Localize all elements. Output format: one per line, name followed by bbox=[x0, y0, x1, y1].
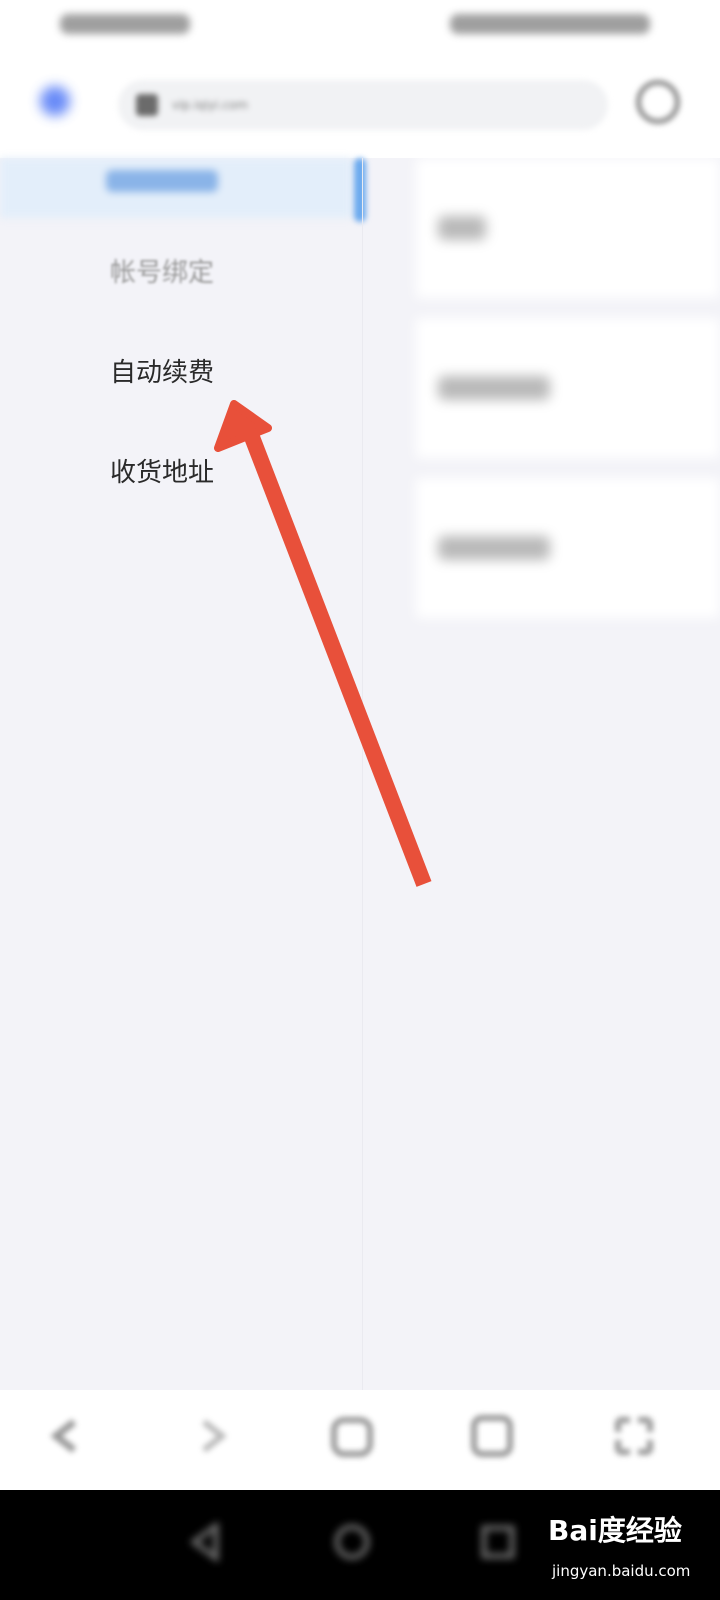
forward-icon[interactable] bbox=[190, 1414, 234, 1458]
system-home-icon[interactable] bbox=[332, 1522, 372, 1562]
browser-bottom-toolbar bbox=[0, 1390, 720, 1490]
home-icon[interactable] bbox=[330, 1414, 374, 1458]
lock-icon bbox=[136, 94, 158, 116]
menu-grid-icon[interactable] bbox=[612, 1414, 656, 1458]
card-label-blur bbox=[438, 536, 550, 560]
system-recents-icon[interactable] bbox=[478, 1522, 518, 1562]
refresh-icon[interactable] bbox=[636, 80, 680, 124]
menu-item-account-binding[interactable]: 帐号绑定 bbox=[110, 256, 214, 290]
tabs-icon[interactable] bbox=[470, 1414, 514, 1458]
content-card[interactable] bbox=[416, 158, 720, 298]
content-card[interactable] bbox=[416, 478, 720, 618]
address-text: vip.iqiyi.com bbox=[172, 98, 249, 112]
card-label-blur bbox=[438, 216, 486, 240]
menu-item-auto-renewal[interactable]: 自动续费 bbox=[110, 356, 214, 390]
menu-item-shipping-address[interactable]: 收货地址 bbox=[110, 456, 214, 490]
menu-divider bbox=[362, 158, 363, 1390]
battery-icon bbox=[450, 14, 650, 34]
card-label-blur bbox=[438, 376, 550, 400]
watermark-logo: Bai度经验 bbox=[548, 1514, 682, 1547]
back-icon[interactable] bbox=[44, 1414, 88, 1458]
browser-home-icon[interactable] bbox=[40, 86, 70, 116]
settings-menu: 帐号绑定 自动续费 收货地址 bbox=[0, 158, 368, 1390]
watermark-url: jingyan.baidu.com bbox=[552, 1562, 691, 1580]
status-bar bbox=[0, 0, 720, 50]
menu-item-selected[interactable] bbox=[0, 158, 352, 218]
address-bar[interactable]: vip.iqiyi.com bbox=[118, 80, 608, 130]
content-panel bbox=[376, 158, 720, 1390]
signal-icon bbox=[60, 14, 190, 34]
browser-top-bar: vip.iqiyi.com bbox=[0, 50, 720, 158]
baidu-jingyan-watermark: Bai度经验 jingyan.baidu.com bbox=[548, 1510, 714, 1594]
system-back-icon[interactable] bbox=[186, 1522, 226, 1562]
content-card[interactable] bbox=[416, 318, 720, 458]
selected-indicator bbox=[354, 158, 366, 222]
selected-item-label-blur bbox=[106, 170, 218, 192]
